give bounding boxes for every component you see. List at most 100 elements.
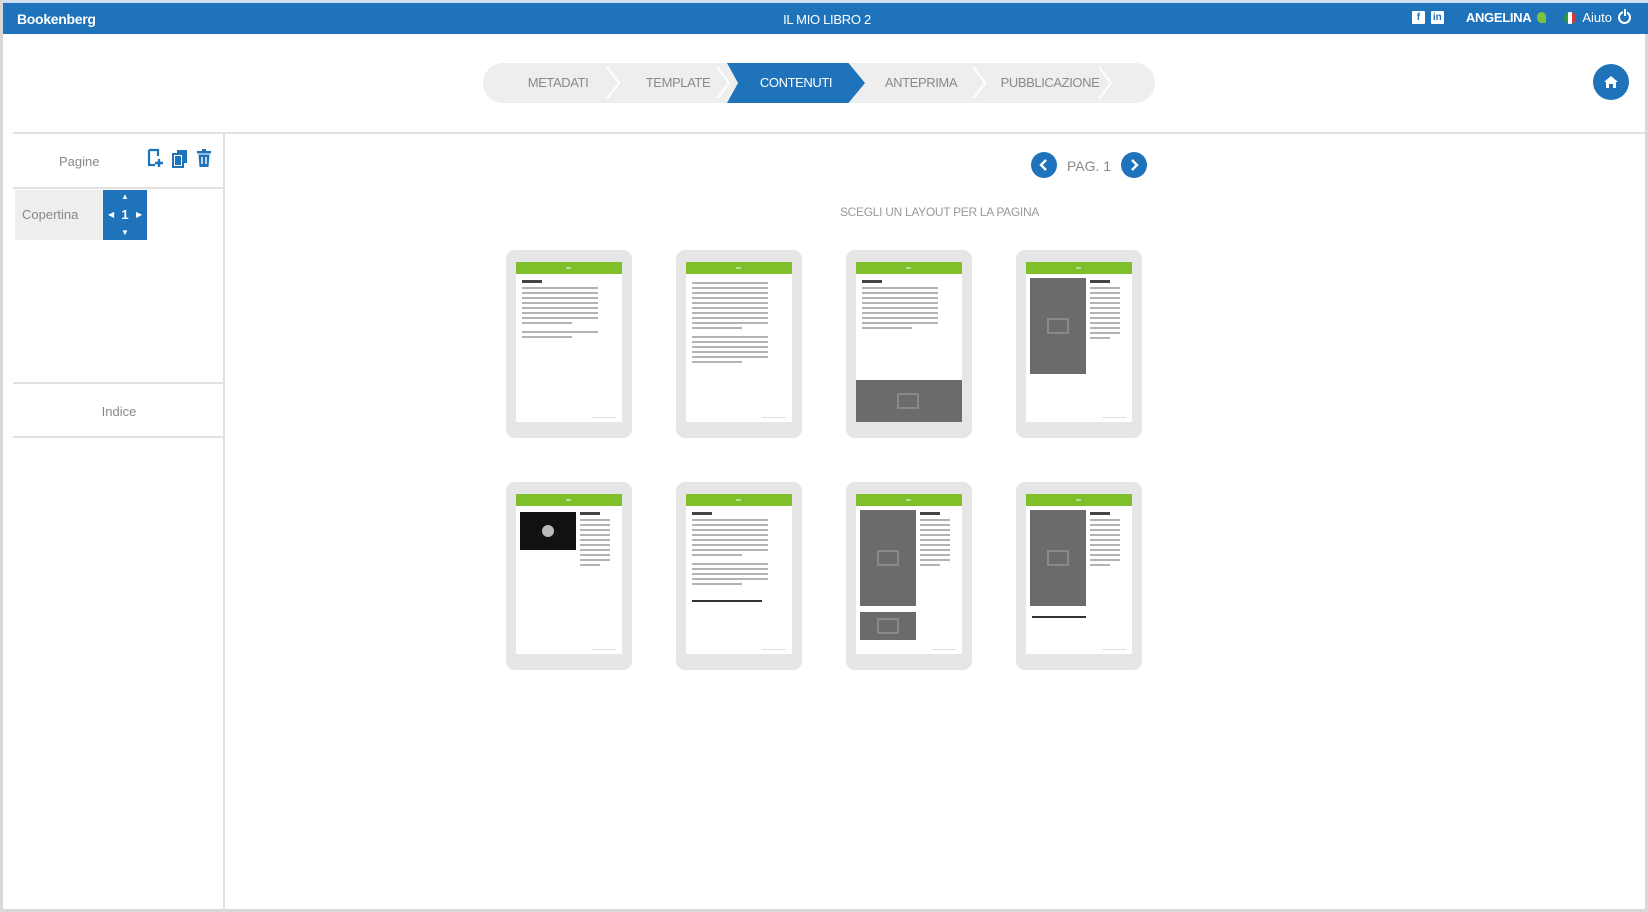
text-line [692,568,768,570]
text-line [920,524,950,526]
index-section[interactable]: Indice [13,382,225,438]
page-footer-line [762,649,786,650]
text-line [862,292,938,294]
image-icon [1047,318,1069,334]
text-line [1090,332,1120,334]
help-link[interactable]: Aiuto [1582,10,1612,25]
chevron-left-icon [1039,159,1047,171]
text-line [692,361,742,363]
step-separator [606,67,621,99]
step-metadati[interactable]: METADATI [503,63,613,103]
text-line [692,317,768,319]
text-line [1090,322,1120,324]
text-line [580,519,610,521]
text-line [862,312,938,314]
layout-header-bar [1026,494,1132,506]
layout-preview [856,262,962,422]
text-line [1090,297,1120,299]
add-page-icon[interactable] [146,148,164,168]
page-footer-line [592,417,616,418]
layout-option-text-with-bottom-image[interactable] [846,250,972,438]
home-icon [1604,76,1618,88]
layout-option-text-long[interactable] [676,250,802,438]
move-up-icon[interactable]: ▲ [121,193,129,201]
text-line [920,554,950,556]
text-line [862,322,938,324]
step-pubblicazione[interactable]: PUBBLICAZIONE [985,63,1115,103]
user-name[interactable]: ANGELINA [1466,10,1532,25]
text-line [692,312,768,314]
layout-preview [686,262,792,422]
image-placeholder [860,510,916,606]
facebook-icon[interactable]: f [1411,11,1425,24]
layout-header-bar [516,494,622,506]
text-line [692,578,768,580]
layout-option-image-left-text-right[interactable] [1016,250,1142,438]
book-title: IL MIO LIBRO 2 [783,12,871,27]
choose-layout-title: SCEGLI UN LAYOUT PER LA PAGINA [839,205,1040,219]
text-line [692,297,768,299]
text-line [1090,287,1120,289]
text-line [1090,564,1110,566]
app-window: Bookenberg IL MIO LIBRO 2 f in ANGELINA … [0,0,1648,912]
text-line [1090,544,1120,546]
layout-option-video-left-text-right[interactable] [506,482,632,670]
text-line [522,292,598,294]
text-line [692,302,768,304]
delete-page-icon[interactable] [195,148,213,168]
step-anteprima[interactable]: ANTEPRIMA [861,63,981,103]
title-line [1090,280,1110,283]
title-line [920,512,940,515]
text-line [692,322,768,324]
text-line [692,519,768,521]
home-button[interactable] [1593,64,1629,100]
layout-option-text-with-bottom-rule[interactable] [676,482,802,670]
page-footer-line [762,417,786,418]
layout-option-images-left-text-right[interactable] [846,482,972,670]
text-line [692,539,768,541]
layout-header-bar [686,494,792,506]
text-line [580,549,610,551]
layout-header-bar [1026,262,1132,274]
text-line [1090,317,1120,319]
power-icon[interactable] [1618,9,1631,24]
text-line [692,356,768,358]
step-contenuti[interactable]: CONTENUTI [727,63,865,103]
text-line [692,573,768,575]
text-line [692,554,742,556]
title-line [862,280,882,283]
move-down-icon[interactable]: ▼ [121,229,129,237]
text-line [1090,539,1120,541]
page-footer-line [592,649,616,650]
title-line [580,512,600,515]
text-line [522,302,598,304]
linkedin-icon[interactable]: in [1430,11,1444,24]
text-line [580,524,610,526]
text-line [692,524,768,526]
image-icon [1047,550,1069,566]
text-line [692,292,768,294]
chevron-right-icon [1131,159,1139,171]
layout-preview [1026,494,1132,654]
step-separator [716,67,731,99]
text-line [692,287,768,289]
page-footer-line [1102,417,1126,418]
layout-header-bar [856,494,962,506]
duplicate-page-icon[interactable] [171,148,189,168]
text-line [692,282,768,284]
italian-flag-icon[interactable] [1564,11,1577,24]
text-line [1090,524,1120,526]
layout-option-text-single-column[interactable] [506,250,632,438]
previous-page-button[interactable] [1031,152,1057,178]
image-icon [877,550,899,566]
next-page-button[interactable] [1121,152,1147,178]
text-line [692,529,768,531]
page-indicator: PAG. 1 [1067,158,1112,174]
layout-header-bar [686,262,792,274]
step-separator [1098,67,1113,99]
image-icon [897,393,919,409]
layout-option-image-left-text-rule[interactable] [1016,482,1142,670]
layout-preview [516,262,622,422]
text-line [692,351,768,353]
text-line [920,559,950,561]
